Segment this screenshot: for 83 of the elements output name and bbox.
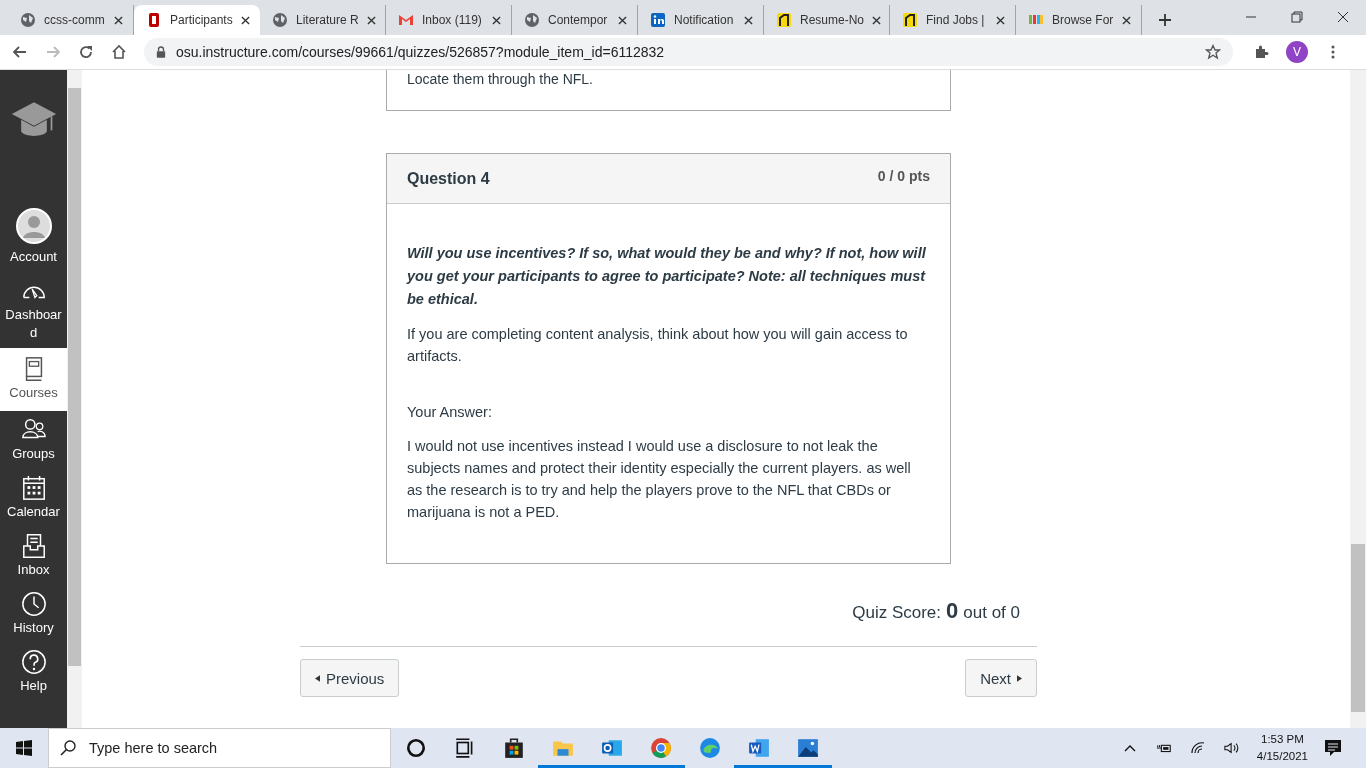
- previous-button[interactable]: Previous: [300, 659, 400, 697]
- score-total: out of 0: [963, 603, 1020, 623]
- globe-icon: [524, 12, 540, 28]
- tab-title: Notification: [674, 13, 735, 27]
- right-triangle-icon: [1017, 674, 1022, 682]
- question-text: Will you use incentives? If so, what would they be and why? If not, how will you get your participants to agree to participate? Note: all techniques must be ethical.: [407, 244, 927, 309]
- close-icon[interactable]: [114, 15, 123, 25]
- chrome-icon: [649, 737, 672, 759]
- question-points: 0 / 0 pts: [877, 168, 930, 186]
- windows-start-icon[interactable]: [16, 740, 32, 756]
- close-icon[interactable]: [744, 15, 753, 25]
- close-icon[interactable]: [872, 15, 882, 25]
- tab-title: Contempor: [548, 13, 609, 27]
- profile-avatar[interactable]: V: [1286, 41, 1308, 63]
- star-icon[interactable]: [1205, 44, 1221, 60]
- close-icon[interactable]: [618, 15, 627, 25]
- block-o-icon: [146, 12, 162, 28]
- close-icon[interactable]: [996, 15, 1005, 25]
- puzzle-icon[interactable]: [1253, 44, 1269, 60]
- clock-time: 1:53 PM: [1261, 732, 1304, 747]
- tab-title: Resume-No: [800, 13, 865, 27]
- tab-title: Literature R: [296, 13, 359, 27]
- avatar-icon: [15, 208, 52, 244]
- globe-icon: [272, 12, 288, 28]
- reload-icon[interactable]: [78, 44, 94, 60]
- answer-text: I would not use incentives instead I would use a disclosure to not leak the subjects names and protect their identity especially the current players. as well as the research is to try and help the players prove to the NFL that CBDs or marijuana is not a PED.: [407, 437, 912, 522]
- scrollbar[interactable]: [1350, 70, 1366, 728]
- answer-label: Your Answer:: [407, 403, 493, 422]
- close-icon[interactable]: [492, 15, 501, 25]
- new-tab-icon[interactable]: [1158, 13, 1172, 27]
- tab-title: Inbox (119): [422, 13, 483, 27]
- sidebar-item[interactable]: Groups: [0, 411, 67, 469]
- wave-logo-icon: [698, 737, 721, 759]
- square-logo-icon: [902, 12, 918, 28]
- sidebar-item[interactable]: Dashboard: [0, 272, 67, 348]
- restore-icon[interactable]: [1291, 11, 1303, 23]
- close-icon[interactable]: [366, 15, 376, 25]
- sidebar-item[interactable]: Help: [0, 643, 67, 701]
- score-value: 0: [946, 598, 959, 624]
- sidebar-item[interactable]: Account: [0, 202, 67, 272]
- question-title: Question 4: [407, 169, 490, 188]
- answer-text: Locate them through the NFL.: [407, 71, 593, 87]
- document-app-icon: [747, 737, 770, 759]
- close-icon[interactable]: [1122, 15, 1131, 25]
- next-button[interactable]: Next: [965, 659, 1037, 697]
- calendar-icon: [20, 475, 47, 501]
- mail-icon: [398, 12, 414, 28]
- search-icon: [60, 740, 76, 756]
- sidebar-item[interactable]: Inbox: [0, 527, 67, 585]
- in-logo-icon: [650, 12, 666, 28]
- score-label: Quiz Score:: [852, 603, 942, 623]
- globe-icon: [20, 12, 36, 28]
- clock-icon: [20, 591, 47, 617]
- square-logo-icon: [776, 12, 792, 28]
- shopping-bag-icon: [502, 737, 525, 759]
- tab-title: Participants: [170, 13, 233, 27]
- clock[interactable]: 1:53 PM 4/15/2021: [1256, 731, 1308, 765]
- speaker-icon[interactable]: [1223, 741, 1240, 755]
- sidebar-item[interactable]: Calendar: [0, 469, 67, 527]
- home-icon[interactable]: [111, 44, 127, 60]
- back-icon[interactable]: [12, 44, 28, 60]
- landscape-picture-icon: [796, 737, 819, 759]
- sidebar-item[interactable]: History: [0, 585, 67, 643]
- wifi-icon[interactable]: [1189, 741, 1206, 755]
- lock-icon: [156, 46, 166, 58]
- hint-text: If you are completing content analysis, think about how you will gain access to artifacts.: [407, 325, 909, 366]
- address-bar[interactable]: osu.instructure.com/courses/99661/quizzes/526857?module_item_id=6112832: [144, 38, 1233, 66]
- inbox-icon: [20, 533, 47, 559]
- notification-icon[interactable]: [1324, 739, 1342, 757]
- close-icon[interactable]: [241, 15, 250, 25]
- tab-title: ccss-comm: [44, 13, 106, 27]
- mail-app-icon: [600, 737, 623, 759]
- sidebar-item[interactable]: Courses: [0, 348, 67, 411]
- clock-date: 4/15/2021: [1256, 749, 1308, 764]
- close-icon[interactable]: [1337, 11, 1349, 23]
- browser-tab[interactable]: Participants: [134, 5, 260, 35]
- tab-title: Browse For: [1052, 13, 1114, 27]
- scrollbar[interactable]: [67, 70, 82, 728]
- left-triangle-icon: [315, 674, 320, 682]
- search-field[interactable]: Type here to search: [48, 728, 391, 768]
- help-icon: [20, 649, 47, 675]
- circle-icon: [404, 737, 427, 759]
- tab-title: Find Jobs |: [926, 13, 986, 27]
